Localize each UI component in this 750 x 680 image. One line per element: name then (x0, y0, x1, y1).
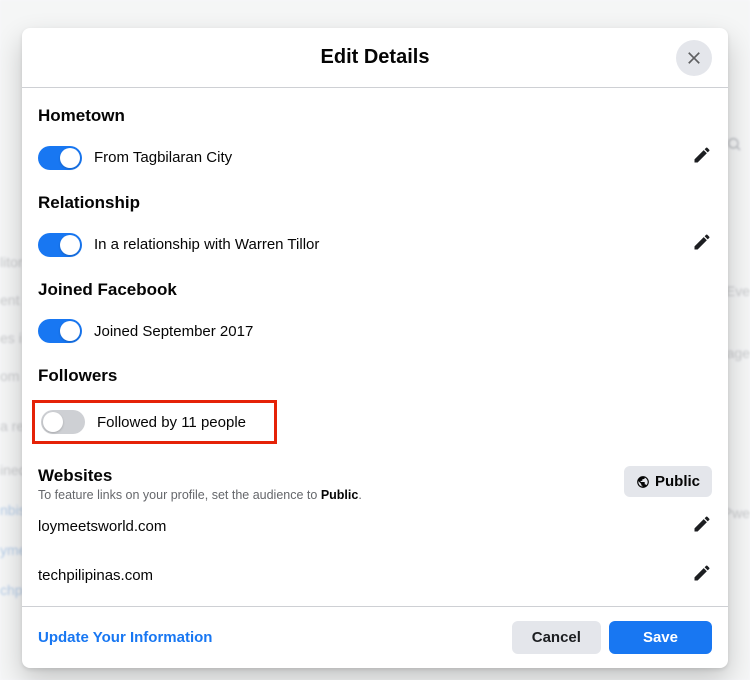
edit-icon[interactable] (692, 145, 712, 170)
section-label: Websites (38, 466, 362, 486)
toggle-knob (60, 148, 80, 168)
close-icon (684, 48, 704, 68)
globe-icon (636, 475, 650, 489)
section-joined: Joined Facebook Joined September 2017 (38, 268, 712, 354)
sub-post: . (358, 488, 361, 502)
websites-titleblock: Websites To feature links on your profil… (38, 466, 362, 502)
row-followers: Followed by 11 people (41, 405, 246, 439)
public-label: Public (655, 473, 700, 490)
modal-header: Edit Details (22, 28, 728, 88)
modal-footer: Update Your Information Cancel Save (22, 606, 728, 668)
section-label: Hometown (38, 106, 712, 126)
section-hometown: Hometown From Tagbilaran City (38, 94, 712, 181)
row-relationship: In a relationship with Warren Tillor (38, 225, 712, 264)
footer-actions: Cancel Save (512, 621, 712, 654)
row-left: Joined September 2017 (38, 319, 253, 343)
toggle-knob (60, 321, 80, 341)
modal-overlay: Edit Details Hometown From Tagbilaran Ci… (0, 0, 750, 680)
toggle-joined[interactable] (38, 319, 82, 343)
section-relationship: Relationship In a relationship with Warr… (38, 181, 712, 268)
edit-icon[interactable] (692, 514, 712, 539)
toggle-knob (43, 412, 63, 432)
section-label: Joined Facebook (38, 280, 712, 300)
cancel-button[interactable]: Cancel (512, 621, 601, 654)
toggle-hometown[interactable] (38, 146, 82, 170)
row-left: From Tagbilaran City (38, 146, 232, 170)
modal-title: Edit Details (321, 46, 430, 69)
section-label: Relationship (38, 193, 712, 213)
sub-bold: Public (321, 488, 359, 502)
row-joined: Joined September 2017 (38, 312, 712, 350)
save-button[interactable]: Save (609, 621, 712, 654)
row-left: Followed by 11 people (41, 410, 246, 434)
website-row: techpilipinas.com (38, 551, 712, 600)
row-hometown: From Tagbilaran City (38, 138, 712, 177)
website-row: loymeetsworld.com (38, 502, 712, 551)
relationship-text: In a relationship with Warren Tillor (94, 236, 319, 253)
edit-icon[interactable] (692, 232, 712, 257)
section-followers: Followers Followed by 11 people (38, 354, 712, 448)
edit-icon[interactable] (692, 563, 712, 588)
modal-body: Hometown From Tagbilaran City Relationsh… (22, 88, 728, 606)
followers-text: Followed by 11 people (97, 414, 246, 431)
website-link: techpilipinas.com (38, 567, 153, 584)
close-button[interactable] (676, 40, 712, 76)
toggle-relationship[interactable] (38, 233, 82, 257)
update-info-link[interactable]: Update Your Information (38, 629, 212, 646)
hometown-text: From Tagbilaran City (94, 149, 232, 166)
website-link: loymeetsworld.com (38, 518, 166, 535)
toggle-followers[interactable] (41, 410, 85, 434)
edit-details-modal: Edit Details Hometown From Tagbilaran Ci… (22, 28, 728, 668)
followers-highlight: Followed by 11 people (32, 400, 277, 444)
row-left: In a relationship with Warren Tillor (38, 233, 319, 257)
section-websites-header: Websites To feature links on your profil… (38, 448, 712, 502)
websites-subtitle: To feature links on your profile, set th… (38, 488, 362, 502)
toggle-knob (60, 235, 80, 255)
joined-text: Joined September 2017 (94, 323, 253, 340)
section-label: Followers (38, 366, 712, 386)
sub-pre: To feature links on your profile, set th… (38, 488, 321, 502)
audience-public-button[interactable]: Public (624, 466, 712, 497)
